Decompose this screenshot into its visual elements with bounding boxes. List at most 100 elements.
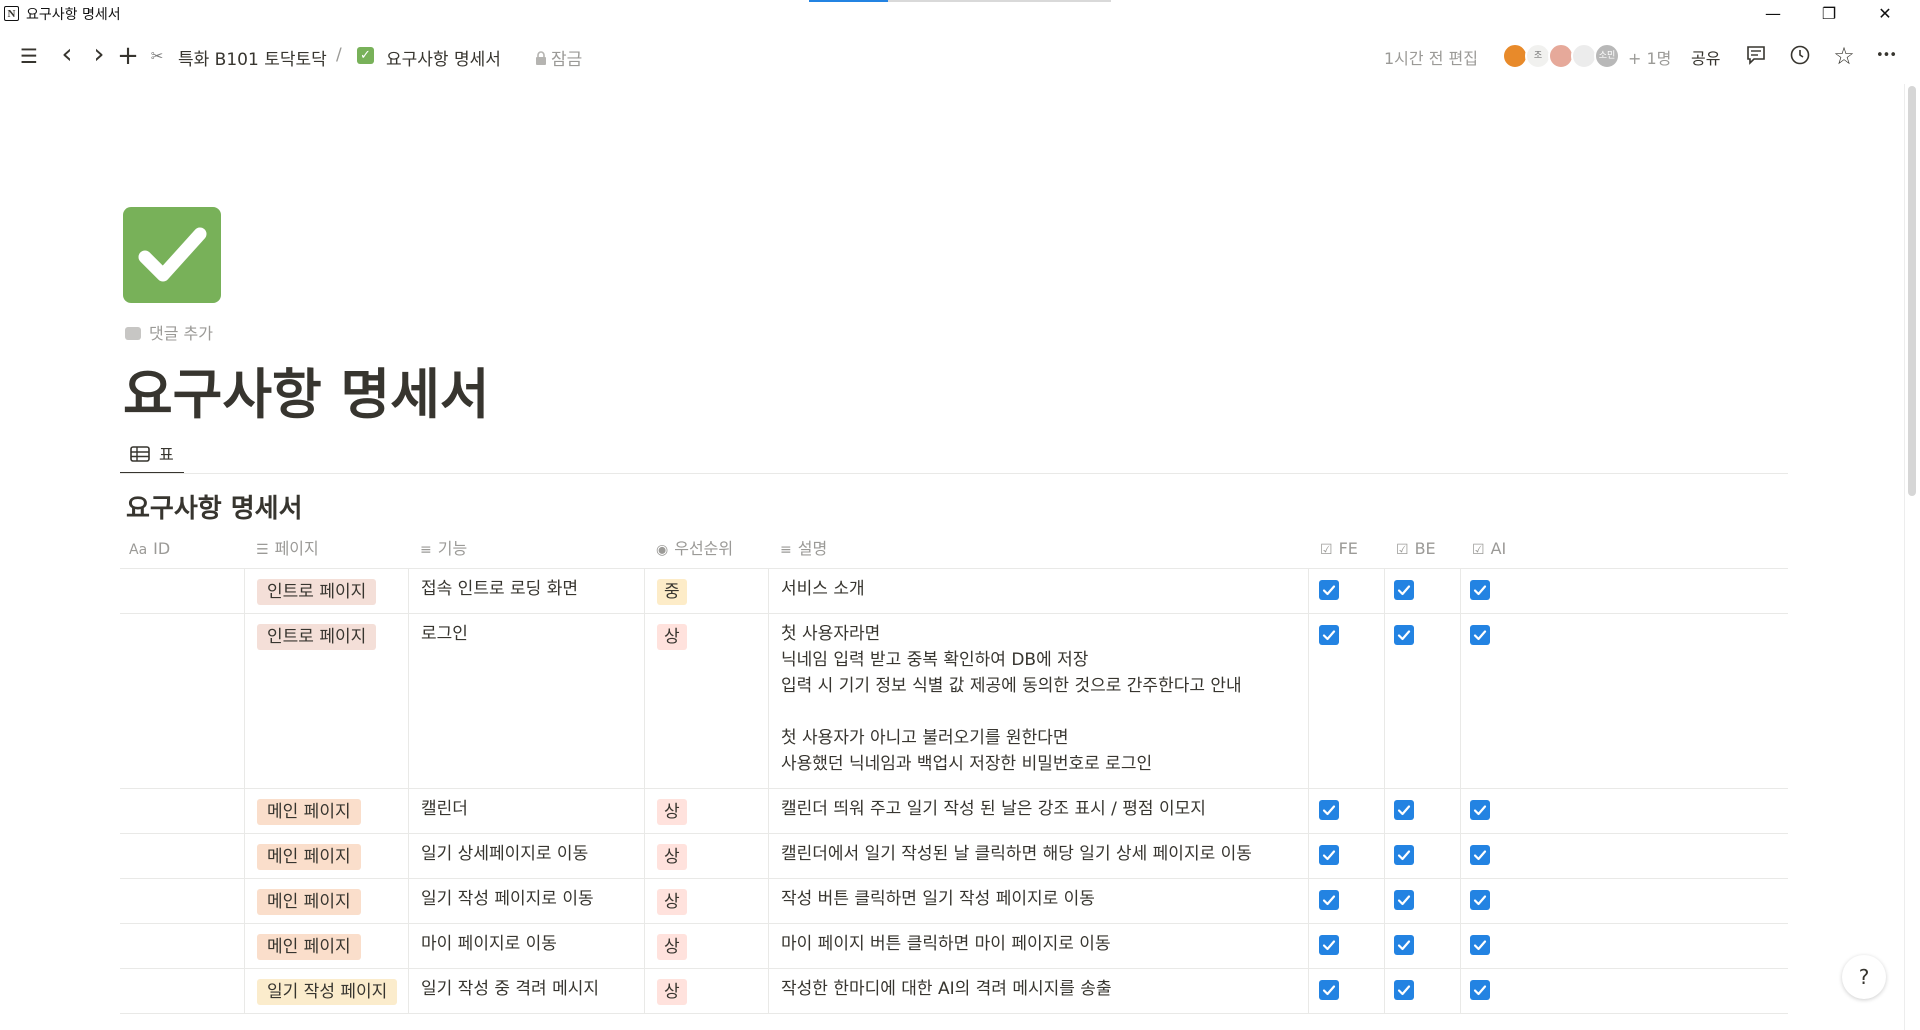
column-header-feature[interactable]: ≡ 기능 (420, 530, 467, 568)
cell-page[interactable]: 메인 페이지 (244, 834, 409, 878)
cell-description[interactable]: 첫 사용자라면 닉네임 입력 받고 중복 확인하여 DB에 저장 입력 시 기기… (768, 614, 1309, 788)
cell-page[interactable]: 인트로 페이지 (244, 614, 409, 788)
cell-ai[interactable] (1460, 569, 1537, 613)
ai-checkbox[interactable] (1470, 935, 1490, 955)
cell-page[interactable]: 일기 작성 페이지 (244, 969, 409, 1013)
cell-fe[interactable] (1308, 834, 1385, 878)
cell-id[interactable] (120, 924, 244, 968)
cell-fe[interactable] (1308, 569, 1385, 613)
fe-checkbox[interactable] (1319, 890, 1339, 910)
fe-checkbox[interactable] (1319, 935, 1339, 955)
cell-page[interactable]: 메인 페이지 (244, 879, 409, 923)
scrollbar-thumb[interactable] (1908, 86, 1916, 496)
more-options-icon[interactable]: ••• (1874, 44, 1898, 68)
be-checkbox[interactable] (1394, 980, 1414, 1000)
be-checkbox[interactable] (1394, 625, 1414, 645)
sidebar-menu-icon[interactable]: ☰ (17, 44, 41, 68)
cell-fe[interactable] (1308, 969, 1385, 1013)
cell-description[interactable]: 작성한 한마디에 대한 AI의 격려 메시지를 송출 (768, 969, 1309, 1013)
cell-feature[interactable]: 캘린더 (408, 789, 645, 833)
ai-checkbox[interactable] (1470, 980, 1490, 1000)
page-title[interactable]: 요구사항 명세서 (123, 350, 490, 429)
table-row[interactable]: 메인 페이지 일기 작성 페이지로 이동 상 작성 버튼 클릭하면 일기 작성 페이지… (120, 879, 1788, 924)
database-title[interactable]: 요구사항 명세서 (126, 488, 303, 525)
cell-fe[interactable] (1308, 924, 1385, 968)
column-header-page[interactable]: ☰ 페이지 (256, 530, 319, 568)
help-button[interactable]: ? (1842, 955, 1886, 999)
breadcrumb-parent[interactable]: 특화 B101 토닥토닥 (178, 45, 327, 70)
table-row[interactable]: 인트로 페이지 로그인 상 첫 사용자라면 닉네임 입력 받고 중복 확인하여 DB에… (120, 614, 1788, 789)
column-header-id[interactable]: Aa ID (129, 530, 170, 568)
cell-id[interactable] (120, 789, 244, 833)
be-checkbox[interactable] (1394, 845, 1414, 865)
cell-priority[interactable]: 상 (644, 614, 769, 788)
cell-feature[interactable]: 마이 페이지로 이동 (408, 924, 645, 968)
maximize-button[interactable]: ❐ (1801, 0, 1857, 28)
cell-be[interactable] (1384, 969, 1461, 1013)
ai-checkbox[interactable] (1470, 845, 1490, 865)
cell-id[interactable] (120, 614, 244, 788)
cell-id[interactable] (120, 569, 244, 613)
extra-users-count[interactable]: + 1명 (1628, 45, 1671, 69)
column-header-fe[interactable]: ☑ FE (1320, 530, 1358, 568)
cell-page[interactable]: 메인 페이지 (244, 789, 409, 833)
history-icon[interactable] (1788, 44, 1812, 68)
cell-priority[interactable]: 상 (644, 879, 769, 923)
back-icon[interactable]: ‹ (55, 40, 79, 68)
be-checkbox[interactable] (1394, 800, 1414, 820)
table-row[interactable]: 메인 페이지 캘린더 상 캘린더 띄워 주고 일기 작성 된 날은 강조 표시 / 평… (120, 789, 1788, 834)
cell-ai[interactable] (1460, 834, 1537, 878)
forward-icon[interactable]: › (87, 40, 111, 68)
close-window-button[interactable]: ✕ (1857, 0, 1913, 28)
favorite-star-icon[interactable]: ☆ (1832, 44, 1856, 68)
cell-id[interactable] (120, 879, 244, 923)
cell-be[interactable] (1384, 614, 1461, 788)
ai-checkbox[interactable] (1470, 625, 1490, 645)
cell-ai[interactable] (1460, 969, 1537, 1013)
cell-page[interactable]: 인트로 페이지 (244, 569, 409, 613)
add-comment-button[interactable]: 댓글 추가 (125, 320, 213, 344)
cell-ai[interactable] (1460, 924, 1537, 968)
be-checkbox[interactable] (1394, 890, 1414, 910)
cell-description[interactable]: 서비스 소개 (768, 569, 1309, 613)
fe-checkbox[interactable] (1319, 980, 1339, 1000)
be-checkbox[interactable] (1394, 580, 1414, 600)
table-row[interactable]: 인트로 페이지 접속 인트로 로딩 화면 중 서비스 소개 (120, 569, 1788, 614)
page-check-icon[interactable] (123, 207, 221, 303)
cell-priority[interactable]: 상 (644, 789, 769, 833)
cell-ai[interactable] (1460, 789, 1537, 833)
cell-be[interactable] (1384, 569, 1461, 613)
cell-feature[interactable]: 일기 작성 중 격려 메시지 (408, 969, 645, 1013)
cell-feature[interactable]: 일기 상세페이지로 이동 (408, 834, 645, 878)
ai-checkbox[interactable] (1470, 800, 1490, 820)
column-header-ai[interactable]: ☑ AI (1472, 530, 1506, 568)
fe-checkbox[interactable] (1319, 845, 1339, 865)
minimize-button[interactable]: — (1745, 0, 1801, 28)
cell-be[interactable] (1384, 834, 1461, 878)
new-page-icon[interactable]: + (116, 43, 140, 69)
column-header-priority[interactable]: ◉ 우선순위 (656, 530, 733, 568)
comments-icon[interactable] (1744, 44, 1768, 68)
ai-checkbox[interactable] (1470, 890, 1490, 910)
ai-checkbox[interactable] (1470, 580, 1490, 600)
view-tab-table[interactable]: 표 (120, 440, 184, 474)
column-header-description[interactable]: ≡ 설명 (780, 530, 827, 568)
lock-button[interactable]: 잠금 (535, 45, 582, 70)
avatar[interactable]: 소민 (1594, 43, 1620, 69)
cell-priority[interactable]: 중 (644, 569, 769, 613)
cell-feature[interactable]: 로그인 (408, 614, 645, 788)
fe-checkbox[interactable] (1319, 625, 1339, 645)
cell-feature[interactable]: 접속 인트로 로딩 화면 (408, 569, 645, 613)
cell-be[interactable] (1384, 879, 1461, 923)
breadcrumb-current-page[interactable]: 요구사항 명세서 (386, 45, 501, 70)
cell-ai[interactable] (1460, 614, 1537, 788)
cell-ai[interactable] (1460, 879, 1537, 923)
cell-description[interactable]: 캘린더에서 일기 작성된 날 클릭하면 해당 일기 상세 페이지로 이동 (768, 834, 1309, 878)
cell-id[interactable] (120, 969, 244, 1013)
cell-fe[interactable] (1308, 614, 1385, 788)
cell-be[interactable] (1384, 789, 1461, 833)
cell-priority[interactable]: 상 (644, 969, 769, 1013)
share-button[interactable]: 공유 (1691, 45, 1720, 69)
cell-description[interactable]: 캘린더 띄워 주고 일기 작성 된 날은 강조 표시 / 평점 이모지 (768, 789, 1309, 833)
cell-fe[interactable] (1308, 879, 1385, 923)
